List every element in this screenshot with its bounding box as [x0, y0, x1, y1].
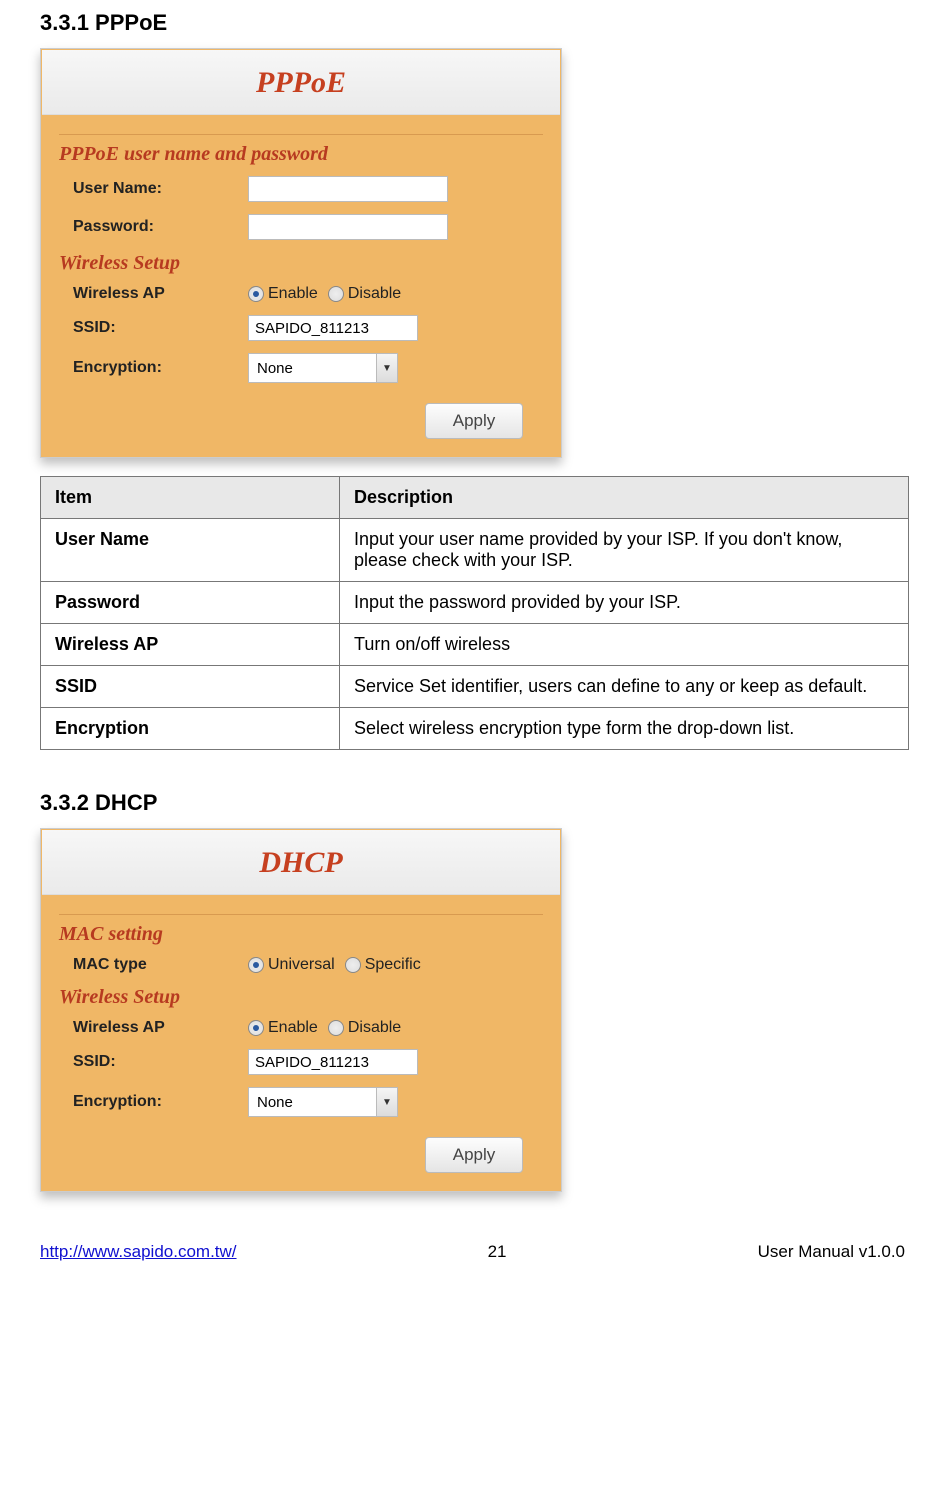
divider [59, 134, 543, 135]
table-row: Wireless AP Turn on/off wireless [41, 624, 909, 666]
group-heading-wireless-pppoe: Wireless Setup [59, 252, 543, 275]
page-number: 21 [237, 1242, 758, 1262]
encryption-select-pppoe[interactable]: None ▼ [248, 353, 398, 383]
table-cell-desc: Turn on/off wireless [340, 624, 909, 666]
table-cell-desc: Service Set identifier, users can define… [340, 666, 909, 708]
radio-dot-icon [248, 957, 264, 973]
pppoe-panel: PPPoE PPPoE user name and password User … [40, 48, 562, 458]
radio-dot-icon [328, 286, 344, 302]
dhcp-panel: DHCP MAC setting MAC type Universal Spec… [40, 828, 562, 1192]
divider [59, 914, 543, 915]
encryption-label-dhcp: Encryption: [59, 1093, 248, 1111]
encryption-label-pppoe: Encryption: [59, 359, 248, 377]
enable-label-dhcp: Enable [268, 1019, 318, 1036]
encryption-value-dhcp: None [249, 1094, 376, 1111]
radio-disable-pppoe[interactable]: Disable [328, 285, 401, 303]
apply-button-dhcp[interactable]: Apply [425, 1137, 523, 1173]
pppoe-panel-title: PPPoE [42, 50, 560, 115]
disable-label-dhcp: Disable [348, 1019, 401, 1036]
table-row: Password Input the password provided by … [41, 582, 909, 624]
password-label: Password: [59, 218, 248, 236]
table-cell-desc: Input the password provided by your ISP. [340, 582, 909, 624]
table-cell-item: Password [41, 582, 340, 624]
radio-specific[interactable]: Specific [345, 956, 421, 974]
radio-enable-pppoe[interactable]: Enable [248, 285, 318, 303]
ssid-input-dhcp[interactable] [248, 1049, 418, 1075]
radio-dot-icon [345, 957, 361, 973]
table-header-description: Description [340, 477, 909, 519]
chevron-down-icon: ▼ [376, 1088, 397, 1116]
mac-type-label: MAC type [59, 956, 248, 974]
username-label: User Name: [59, 180, 248, 198]
wireless-ap-label-pppoe: Wireless AP [59, 285, 248, 303]
section-heading-pppoe: 3.3.1 PPPoE [40, 10, 909, 36]
table-row: User Name Input your user name provided … [41, 519, 909, 582]
radio-enable-dhcp[interactable]: Enable [248, 1019, 318, 1037]
specific-label: Specific [365, 956, 421, 973]
encryption-select-dhcp[interactable]: None ▼ [248, 1087, 398, 1117]
radio-disable-dhcp[interactable]: Disable [328, 1019, 401, 1037]
enable-label-pppoe: Enable [268, 285, 318, 302]
universal-label: Universal [268, 956, 335, 973]
apply-button-pppoe[interactable]: Apply [425, 403, 523, 439]
table-header-item: Item [41, 477, 340, 519]
table-cell-desc: Select wireless encryption type form the… [340, 708, 909, 750]
table-cell-item: User Name [41, 519, 340, 582]
radio-dot-icon [248, 1020, 264, 1036]
wireless-ap-label-dhcp: Wireless AP [59, 1019, 248, 1037]
table-cell-item: Wireless AP [41, 624, 340, 666]
dhcp-panel-title: DHCP [42, 830, 560, 895]
radio-universal[interactable]: Universal [248, 956, 335, 974]
group-heading-wireless-dhcp: Wireless Setup [59, 986, 543, 1009]
disable-label-pppoe: Disable [348, 285, 401, 302]
group-heading-mac: MAC setting [59, 923, 543, 946]
description-table: Item Description User Name Input your us… [40, 476, 909, 750]
table-row: SSID Service Set identifier, users can d… [41, 666, 909, 708]
ssid-label-pppoe: SSID: [59, 319, 248, 337]
table-cell-item: Encryption [41, 708, 340, 750]
ssid-label-dhcp: SSID: [59, 1053, 248, 1071]
footer-url-link[interactable]: http://www.sapido.com.tw/ [40, 1242, 237, 1262]
group-heading-pppoe-auth: PPPoE user name and password [59, 143, 543, 166]
page-footer: http://www.sapido.com.tw/ 21 User Manual… [40, 1232, 909, 1274]
section-heading-dhcp: 3.3.2 DHCP [40, 790, 909, 816]
manual-version: User Manual v1.0.0 [758, 1242, 905, 1262]
username-input[interactable] [248, 176, 448, 202]
table-cell-item: SSID [41, 666, 340, 708]
encryption-value-pppoe: None [249, 360, 376, 377]
table-cell-desc: Input your user name provided by your IS… [340, 519, 909, 582]
table-row: Encryption Select wireless encryption ty… [41, 708, 909, 750]
password-input[interactable] [248, 214, 448, 240]
chevron-down-icon: ▼ [376, 354, 397, 382]
radio-dot-icon [248, 286, 264, 302]
ssid-input-pppoe[interactable] [248, 315, 418, 341]
radio-dot-icon [328, 1020, 344, 1036]
